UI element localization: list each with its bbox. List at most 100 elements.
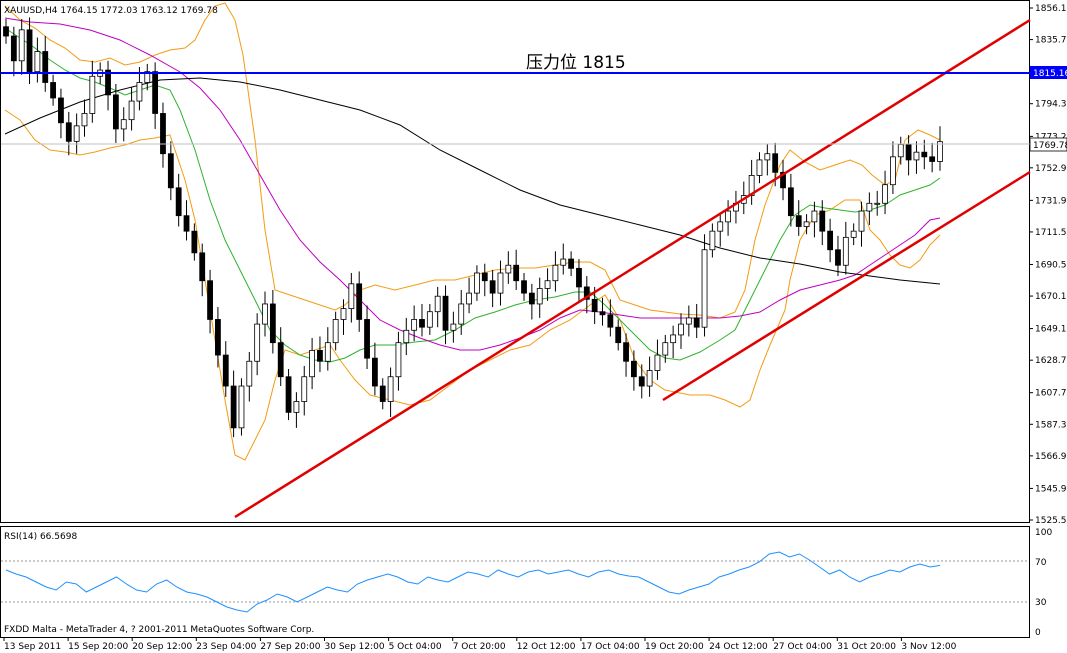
candle-down — [630, 360, 637, 378]
time-tick-label: 12 Oct 12:00 — [517, 642, 576, 652]
candle-up — [685, 317, 692, 325]
price-tick-label: 1835.70 — [1035, 36, 1067, 46]
candle-down — [3, 26, 9, 37]
resistance-price-label: 1815.16 — [1033, 69, 1067, 79]
time-tick-label: 19 Oct 20:00 — [645, 642, 704, 652]
time-tick-label: 13 Sep 2011 — [4, 642, 61, 652]
candle-up — [81, 113, 88, 127]
candle-down — [489, 280, 496, 294]
candle-down — [905, 144, 912, 161]
candle-down — [215, 319, 221, 356]
candle-down — [222, 354, 229, 387]
candle-down — [152, 71, 159, 114]
candle-up — [866, 202, 873, 212]
candle-up — [411, 319, 418, 331]
time-tick-label: 31 Oct 20:00 — [837, 642, 896, 652]
candle-down — [112, 94, 119, 130]
price-tick-label: 1690.50 — [1035, 260, 1067, 270]
candle-up — [450, 323, 457, 331]
rsi-axis: 100 70 30 0 — [1035, 528, 1052, 638]
time-tick-label: 7 Oct 20:00 — [453, 642, 506, 652]
rsi-tick-label: 30 — [1035, 598, 1047, 608]
candle-down — [199, 252, 206, 282]
candle-up — [403, 329, 410, 344]
candle-down — [58, 97, 64, 124]
price-tick-label: 1525.50 — [1035, 516, 1067, 526]
candle-down — [50, 82, 56, 99]
candle-up — [34, 51, 41, 73]
candle-up — [913, 151, 920, 161]
candle-down — [528, 292, 535, 305]
time-tick-label: 5 Oct 04:00 — [389, 642, 442, 652]
candle-up — [474, 272, 480, 294]
candle-up — [709, 230, 716, 251]
rsi-label: RSI(14) 66.5698 — [4, 532, 77, 542]
time-tick-label: 30 Sep 12:00 — [325, 642, 385, 652]
candle-up — [701, 249, 708, 328]
price-tick-label: 1566.90 — [1035, 452, 1067, 462]
candle-down — [481, 272, 488, 282]
candle-up — [937, 141, 943, 162]
footer-copyright: FXDD Malta - MetaTrader 4, ? 2001-2011 M… — [4, 625, 314, 635]
price-tick-label: 1856.10 — [1035, 4, 1067, 14]
candle-up — [678, 323, 684, 336]
candle-up — [842, 236, 849, 266]
candle-down — [638, 376, 645, 387]
resistance-annotation: 压力位 1815 — [526, 53, 626, 73]
candle-up — [73, 125, 80, 142]
time-tick-label: 15 Sep 20:00 — [68, 642, 128, 652]
candle-up — [426, 311, 433, 328]
candle-down — [207, 280, 213, 320]
candle-up — [466, 292, 472, 305]
candle-up — [654, 354, 661, 371]
candle-down — [160, 113, 166, 155]
candle-up — [324, 342, 331, 362]
candle-up — [536, 288, 543, 305]
candle-up — [505, 264, 512, 274]
candle-down — [795, 215, 802, 227]
candle-down — [929, 156, 936, 162]
candle-up — [544, 280, 551, 289]
candle-down — [42, 51, 49, 83]
candle-up — [120, 119, 127, 130]
price-tick-label: 1587.30 — [1035, 420, 1067, 430]
candle-up — [497, 272, 504, 294]
time-tick-label: 23 Sep 04:00 — [196, 642, 256, 652]
candle-up — [725, 210, 731, 223]
candle-down — [419, 319, 425, 328]
candle-up — [850, 230, 857, 238]
metatrader-chart-window: 压力位 1815 XAUUSD,H4 1764.15 1772.03 1763.… — [0, 0, 1067, 652]
candle-up — [670, 334, 677, 344]
candle-up — [434, 295, 441, 313]
price-tick-label: 1752.90 — [1035, 164, 1067, 174]
price-tick-label: 1607.70 — [1035, 389, 1067, 399]
price-tick-label: 1731.90 — [1035, 196, 1067, 206]
candle-down — [175, 187, 182, 217]
price-tick-label: 1628.70 — [1035, 356, 1067, 366]
rsi-tick-label: 70 — [1035, 558, 1047, 568]
candle-up — [717, 221, 724, 232]
candle-down — [921, 151, 928, 158]
candle-up — [882, 184, 888, 204]
candle-up — [387, 376, 394, 402]
candle-up — [309, 350, 316, 378]
candle-down — [819, 210, 826, 232]
candle-down — [379, 385, 386, 402]
time-tick-label: 27 Sep 20:00 — [260, 642, 320, 652]
candle-up — [332, 319, 339, 344]
candle-down — [835, 249, 841, 266]
candle-down — [10, 35, 17, 62]
candle-up — [340, 308, 347, 320]
candle-down — [787, 187, 794, 217]
candle-down — [167, 153, 174, 189]
price-tick-label: 1545.90 — [1035, 484, 1067, 494]
price-tick-label: 1649.10 — [1035, 325, 1067, 335]
candle-up — [803, 221, 810, 227]
candle-up — [301, 376, 308, 402]
candle-up — [238, 385, 245, 429]
candle-down — [230, 385, 237, 429]
time-tick-label: 20 Sep 12:00 — [132, 642, 192, 652]
candle-down — [65, 122, 72, 142]
time-tick-label: 24 Oct 12:00 — [709, 642, 768, 652]
candle-down — [521, 280, 527, 294]
